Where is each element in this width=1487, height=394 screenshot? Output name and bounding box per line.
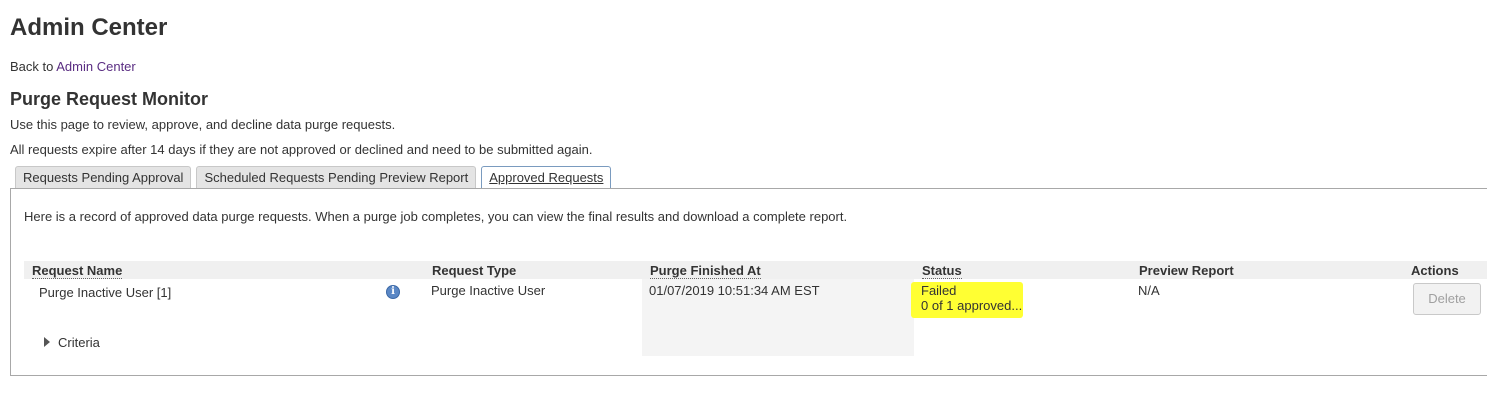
- criteria-toggle[interactable]: Criteria: [58, 335, 100, 350]
- caret-right-icon[interactable]: [44, 337, 50, 347]
- delete-button[interactable]: Delete: [1413, 283, 1481, 315]
- tab-scheduled-requests-pending-preview[interactable]: Scheduled Requests Pending Preview Repor…: [196, 166, 477, 188]
- column-preview-report: Preview Report: [1139, 263, 1234, 278]
- column-request-name[interactable]: Request Name: [32, 263, 123, 279]
- column-request-type: Request Type: [432, 263, 517, 278]
- section-title: Purge Request Monitor: [10, 89, 209, 109]
- page-title: Admin Center: [10, 14, 168, 41]
- purge-finished-at: 01/07/2019 10:51:34 AM EST: [649, 283, 820, 298]
- column-status[interactable]: Status: [922, 263, 962, 279]
- preview-report: N/A: [1138, 283, 1160, 298]
- back-to-admin-center-link[interactable]: Admin Center: [56, 59, 135, 74]
- approved-requests-panel: Here is a record of approved data purge …: [10, 188, 1487, 376]
- panel-intro: Here is a record of approved data purge …: [24, 209, 848, 224]
- column-purge-finished-at[interactable]: Purge Finished At: [650, 263, 761, 279]
- request-name: Purge Inactive User [1]: [39, 285, 172, 300]
- section-description: Use this page to review, approve, and de…: [10, 117, 396, 132]
- column-actions: Actions: [1411, 263, 1459, 278]
- back-link-row: Back to Admin Center: [10, 59, 136, 74]
- info-icon[interactable]: i: [386, 285, 400, 299]
- status-detail-link[interactable]: 0 of 1 approved...: [921, 298, 1022, 313]
- tab-bar: Requests Pending Approval Scheduled Requ…: [15, 166, 612, 190]
- expiry-note: All requests expire after 14 days if the…: [10, 142, 593, 157]
- status-failed: Failed: [921, 283, 957, 298]
- tab-requests-pending-approval[interactable]: Requests Pending Approval: [15, 166, 192, 188]
- back-prefix: Back to: [10, 59, 54, 74]
- tab-approved-requests[interactable]: Approved Requests: [481, 166, 612, 190]
- table-header: Request Name Request Type Purge Finished…: [24, 261, 1487, 279]
- request-type: Purge Inactive User: [431, 283, 546, 298]
